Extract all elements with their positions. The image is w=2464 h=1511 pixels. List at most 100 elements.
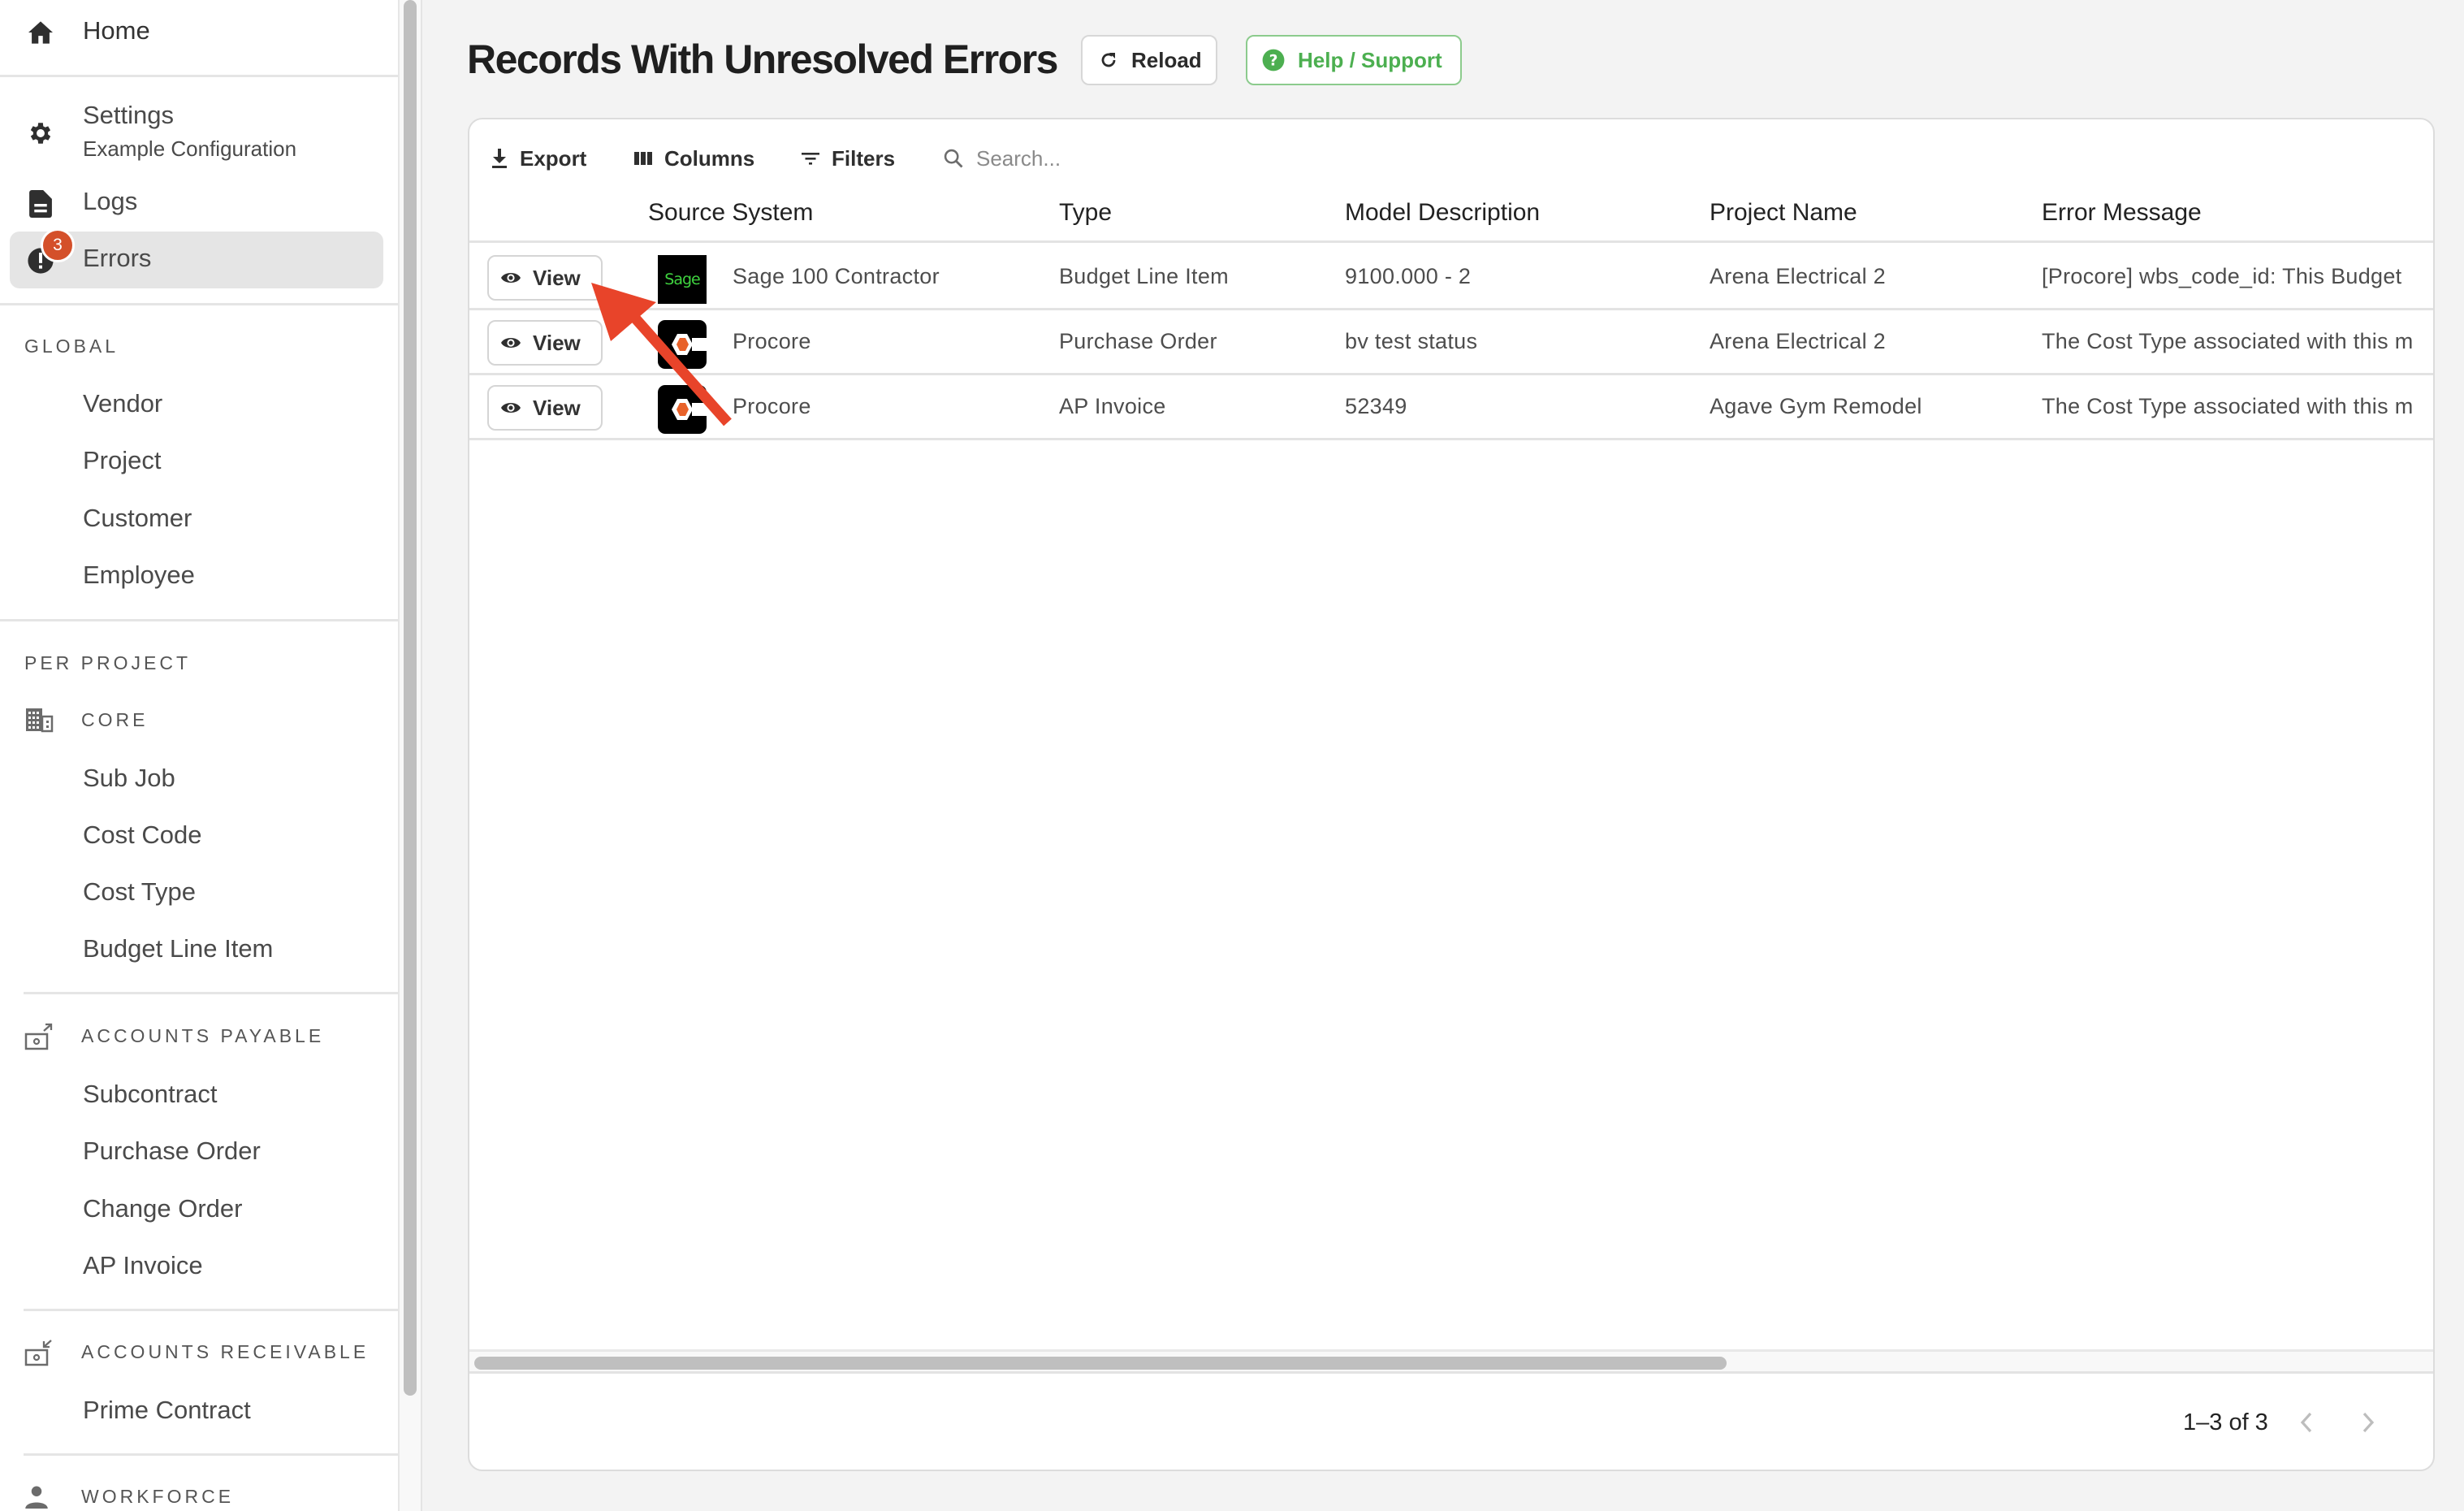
building-icon: [24, 707, 55, 738]
table-row[interactable]: View Procore AP Invoice 52349 Agave Gym …: [469, 375, 2433, 440]
sidebar-item-logs[interactable]: Logs: [0, 184, 398, 224]
sidebar-item-customer[interactable]: Customer: [83, 504, 192, 533]
view-label: View: [533, 330, 581, 355]
procore-logo-icon: [658, 385, 707, 434]
cell-project-name: Arena Electrical 2: [1710, 329, 1886, 353]
sidebar-scrollbar[interactable]: [400, 0, 422, 1511]
cell-project-name: Agave Gym Remodel: [1710, 394, 1922, 418]
horizontal-scrollbar[interactable]: [469, 1349, 2433, 1374]
gear-icon: [26, 119, 55, 148]
sidebar-item-label: Settings: [83, 101, 175, 129]
horizontal-scrollbar-thumb[interactable]: [474, 1357, 1727, 1370]
cell-type: Purchase Order: [1059, 329, 1217, 353]
cell-model-description: 52349: [1345, 394, 1407, 418]
svg-text:?: ?: [1269, 52, 1278, 69]
pagination-range: 1–3 of 3: [2183, 1409, 2268, 1435]
reload-label: Reload: [1131, 47, 1202, 72]
help-icon: ?: [1262, 49, 1285, 71]
sidebar-item-purchase-order[interactable]: Purchase Order: [83, 1136, 261, 1166]
chevron-right-icon: [2360, 1410, 2376, 1435]
cell-project-name: Arena Electrical 2: [1710, 264, 1886, 288]
sidebar-item-settings[interactable]: Settings Example Configuration: [0, 97, 398, 171]
export-label: Export: [520, 145, 587, 171]
sidebar-item-cost-type[interactable]: Cost Type: [83, 877, 196, 907]
page-title: Records With Unresolved Errors: [467, 37, 1058, 82]
search-field[interactable]: [942, 134, 1267, 183]
sidebar: Home Settings Example Configuration Logs…: [0, 0, 400, 1511]
sidebar-item-label: Errors: [83, 244, 152, 272]
column-header-type[interactable]: Type: [1059, 183, 1112, 243]
column-header-source-system[interactable]: Source System: [648, 183, 813, 243]
error-count-badge: 3: [41, 228, 75, 262]
cell-source-system: Procore: [733, 394, 811, 418]
sidebar-item-cost-code[interactable]: Cost Code: [83, 820, 201, 850]
person-icon: [24, 1484, 55, 1511]
help-support-label: Help / Support: [1298, 47, 1442, 72]
sidebar-item-subcontract[interactable]: Subcontract: [83, 1080, 217, 1109]
help-support-button[interactable]: ? Help / Support: [1246, 35, 1462, 85]
group-label-accounts-payable: ACCOUNTS PAYABLE: [81, 1025, 325, 1046]
cell-source-system: Sage 100 Contractor: [733, 264, 940, 288]
eye-icon: [500, 270, 521, 286]
sidebar-item-employee[interactable]: Employee: [83, 561, 195, 590]
sidebar-item-sublabel: Example Configuration: [83, 136, 297, 161]
group-label-workforce: WORKFORCE: [81, 1486, 235, 1507]
eye-icon: [500, 400, 521, 416]
grid-footer: 1–3 of 3: [469, 1374, 2433, 1470]
sidebar-item-ap-invoice[interactable]: AP Invoice: [83, 1251, 203, 1280]
sidebar-divider: [0, 303, 398, 305]
columns-icon: [633, 150, 653, 167]
table-header: Source System Type Model Description Pro…: [469, 183, 2433, 243]
reload-button[interactable]: Reload: [1081, 35, 1217, 85]
money-in-icon: [24, 1339, 55, 1370]
download-icon: [491, 148, 508, 169]
section-label-per-project: PER PROJECT: [24, 652, 192, 673]
group-label-accounts-receivable: ACCOUNTS RECEIVABLE: [81, 1341, 370, 1362]
sidebar-item-budget-line-item[interactable]: Budget Line Item: [83, 934, 273, 963]
section-label-global: GLOBAL: [24, 336, 119, 357]
cell-error-message: The Cost Type associated with this m: [2042, 329, 2414, 353]
previous-page-button[interactable]: [2289, 1405, 2324, 1440]
cell-type: Budget Line Item: [1059, 264, 1229, 288]
sage-logo-icon: Sage: [658, 255, 707, 304]
table-row[interactable]: View Procore Purchase Order bv test stat…: [469, 310, 2433, 375]
cell-type: AP Invoice: [1059, 394, 1166, 418]
sidebar-divider: [24, 1453, 398, 1456]
filters-label: Filters: [832, 145, 896, 171]
cell-error-message: The Cost Type associated with this m: [2042, 394, 2414, 418]
sidebar-item-project[interactable]: Project: [83, 446, 161, 475]
sidebar-item-home[interactable]: Home: [0, 10, 398, 55]
view-label: View: [533, 395, 581, 420]
sidebar-item-change-order[interactable]: Change Order: [83, 1194, 242, 1223]
filters-button[interactable]: Filters: [801, 134, 895, 183]
sidebar-divider: [0, 75, 398, 77]
next-page-button[interactable]: [2350, 1405, 2386, 1440]
column-header-model-description[interactable]: Model Description: [1345, 183, 1540, 243]
reload-icon: [1099, 50, 1118, 70]
sidebar-item-label: Logs: [83, 187, 138, 215]
sidebar-item-sub-job[interactable]: Sub Job: [83, 764, 175, 793]
columns-button[interactable]: Columns: [633, 134, 754, 183]
column-header-error-message[interactable]: Error Message: [2042, 183, 2202, 243]
view-button[interactable]: View: [487, 320, 603, 366]
cell-model-description: bv test status: [1345, 329, 1478, 353]
money-out-icon: [24, 1023, 55, 1054]
sidebar-divider: [24, 1309, 398, 1311]
sidebar-divider: [24, 992, 398, 994]
view-button[interactable]: View: [487, 385, 603, 431]
export-button[interactable]: Export: [491, 134, 586, 183]
table-row[interactable]: View Sage Sage 100 Contractor Budget Lin…: [469, 245, 2433, 310]
chevron-left-icon: [2298, 1410, 2315, 1435]
eye-icon: [500, 335, 521, 351]
sidebar-scrollbar-thumb[interactable]: [404, 0, 417, 1396]
view-button[interactable]: View: [487, 255, 603, 301]
columns-label: Columns: [664, 145, 755, 171]
search-icon: [942, 147, 965, 170]
cell-error-message: [Procore] wbs_code_id: This Budget: [2042, 264, 2402, 288]
sidebar-item-vendor[interactable]: Vendor: [83, 389, 162, 418]
sidebar-item-label: Home: [83, 16, 150, 45]
column-header-project-name[interactable]: Project Name: [1710, 183, 1857, 243]
search-input[interactable]: [976, 145, 1236, 171]
sidebar-item-prime-contract[interactable]: Prime Contract: [83, 1396, 251, 1425]
grid-toolbar: Export Columns Filters: [469, 134, 2433, 183]
